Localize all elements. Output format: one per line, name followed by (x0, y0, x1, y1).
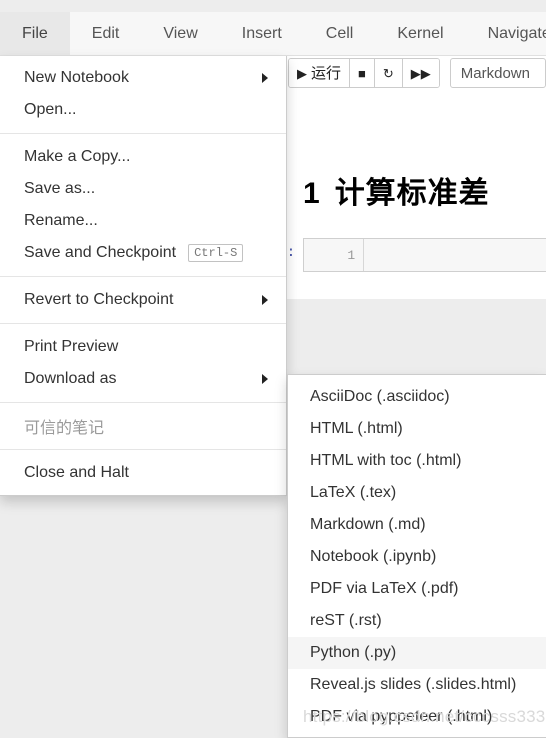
menu-item-label: Close and Halt (24, 464, 129, 481)
download-item-label: Reveal.js slides (.slides.html) (310, 676, 517, 693)
download-item-label: Notebook (.ipynb) (310, 548, 437, 565)
cell-input[interactable]: 1 (303, 238, 546, 272)
menu-item-download-as[interactable]: Download as (0, 363, 286, 395)
menu-item-shortcut: Ctrl-S (188, 243, 244, 263)
download-item-rest-rst[interactable]: reST (.rst) (288, 605, 546, 637)
menu-separator (0, 449, 286, 450)
download-item-python-py[interactable]: Python (.py) (288, 637, 546, 669)
chevron-right-icon (262, 374, 268, 384)
menu-item-print-preview[interactable]: Print Preview (0, 331, 286, 363)
chevron-right-icon (262, 295, 268, 305)
download-item-label: HTML with toc (.html) (310, 452, 462, 469)
run-button-label: 运行 (311, 64, 342, 82)
menu-item-label: New Notebook (24, 69, 129, 86)
menubar-item-view[interactable]: View (141, 12, 219, 55)
download-item-label: PDF via LaTeX (.pdf) (310, 580, 459, 597)
download-item-markdown-md[interactable]: Markdown (.md) (288, 509, 546, 541)
menu-item-label: Revert to Checkpoint (24, 291, 174, 308)
menu-item-revert-to-checkpoint[interactable]: Revert to Checkpoint (0, 284, 286, 316)
menu-item-save-as[interactable]: Save as... (0, 173, 286, 205)
menubar: File Edit View Insert Cell Kernel Navigate (0, 12, 546, 56)
menubar-item-cell[interactable]: Cell (304, 12, 376, 55)
restart-circular-arrow-icon: ↻ (382, 65, 394, 81)
menubar-item-label: Kernel (397, 24, 444, 42)
menubar-item-label: Edit (91, 24, 120, 42)
menu-item-label: Download as (24, 370, 117, 387)
cell-type-value: Markdown (460, 64, 530, 82)
menubar-item-label: Cell (325, 24, 354, 42)
menu-separator (0, 323, 286, 324)
menu-item-label: Save as... (24, 180, 96, 197)
restart-and-run-all-button[interactable]: ▶▶ (402, 59, 439, 87)
menu-item-label: Print Preview (24, 338, 119, 355)
download-item-label: AsciiDoc (.asciidoc) (310, 388, 450, 405)
menu-separator (0, 402, 286, 403)
download-item-reveal-js-slides-slides-html[interactable]: Reveal.js slides (.slides.html) (288, 669, 546, 701)
cell-type-select[interactable]: Markdown (449, 58, 546, 88)
run-button[interactable]: ▶ 运行 (289, 59, 351, 87)
restart-kernel-button[interactable]: ↻ (374, 59, 403, 87)
menu-separator (0, 133, 286, 134)
download-item-pdf-via-latex-pdf[interactable]: PDF via LaTeX (.pdf) (288, 573, 546, 605)
menubar-item-label: Insert (241, 24, 282, 42)
download-item-html-html[interactable]: HTML (.html) (288, 413, 546, 445)
download-item-label: Python (.py) (310, 644, 397, 661)
download-item-notebook-ipynb[interactable]: Notebook (.ipynb) (288, 541, 546, 573)
fast-forward-icon: ▶▶ (410, 65, 431, 81)
page-title: 1 计算标准差 (303, 168, 490, 212)
download-as-submenu: AsciiDoc (.asciidoc) HTML (.html) HTML wit… (287, 374, 546, 738)
menubar-item-navigate[interactable]: Navigate (466, 12, 546, 55)
download-item-label: HTML (.html) (310, 420, 403, 437)
menu-item-label: 可信的笔记 (24, 420, 105, 437)
menu-item-close-and-halt[interactable]: Close and Halt (0, 457, 286, 489)
cell-line-number: 1 (304, 239, 365, 271)
menubar-item-insert[interactable]: Insert (220, 12, 304, 55)
notebook-cell[interactable]: ] : 1 (270, 238, 546, 272)
menu-item-open[interactable]: Open... (0, 94, 286, 126)
download-item-html-with-toc-html[interactable]: HTML with toc (.html) (288, 445, 546, 477)
chevron-right-icon (262, 73, 268, 83)
download-item-label: reST (.rst) (310, 612, 382, 629)
stop-square-icon: ■ (358, 65, 366, 81)
download-item-latex-tex[interactable]: LaTeX (.tex) (288, 477, 546, 509)
download-item-label: Markdown (.md) (310, 516, 426, 533)
toolbar: ▶ 运行 ■ ↻ ▶▶ Markdown (288, 58, 546, 88)
menubar-item-file[interactable]: File (0, 12, 70, 55)
heading-number: 1 (303, 177, 321, 210)
menu-item-label: Open... (24, 101, 77, 118)
menu-item-label: Save and Checkpoint (24, 244, 177, 261)
heading-text: 计算标准差 (334, 177, 490, 210)
menubar-item-edit[interactable]: Edit (70, 12, 142, 55)
menubar-item-label: View (163, 24, 198, 42)
menubar-item-label: File (22, 24, 48, 42)
file-dropdown-menu: New Notebook Open... Make a Copy... Save as… (0, 56, 287, 496)
menu-separator (0, 276, 286, 277)
interrupt-kernel-button[interactable]: ■ (350, 59, 375, 87)
menu-item-new-notebook[interactable]: New Notebook (0, 62, 286, 94)
download-item-label: LaTeX (.tex) (310, 484, 397, 501)
menubar-item-label: Navigate (487, 24, 546, 42)
download-item-asciidoc-asciidoc[interactable]: AsciiDoc (.asciidoc) (288, 381, 546, 413)
menu-item-: 可信的笔记 (0, 410, 286, 442)
menu-item-make-a-copy[interactable]: Make a Copy... (0, 141, 286, 173)
download-item-pdf-via-pyppeteer-html[interactable]: PDF via pyppeteer (.html) (288, 701, 546, 733)
menu-item-label: Make a Copy... (24, 148, 131, 165)
menu-item-label: Rename... (24, 212, 98, 229)
play-icon: ▶ (297, 65, 307, 81)
menu-item-rename[interactable]: Rename... (0, 205, 286, 237)
toolbar-button-group: ▶ 运行 ■ ↻ ▶▶ (288, 58, 440, 88)
page-root: 1 计算标准差 ] : 1 ▶ 运行 ■ ↻ ▶▶ Markdown (0, 0, 546, 738)
download-item-label: PDF via pyppeteer (.html) (310, 708, 493, 725)
menu-item-save-and-checkpoint[interactable]: Save and Checkpoint Ctrl-S (0, 237, 286, 269)
menubar-item-kernel[interactable]: Kernel (375, 12, 465, 55)
